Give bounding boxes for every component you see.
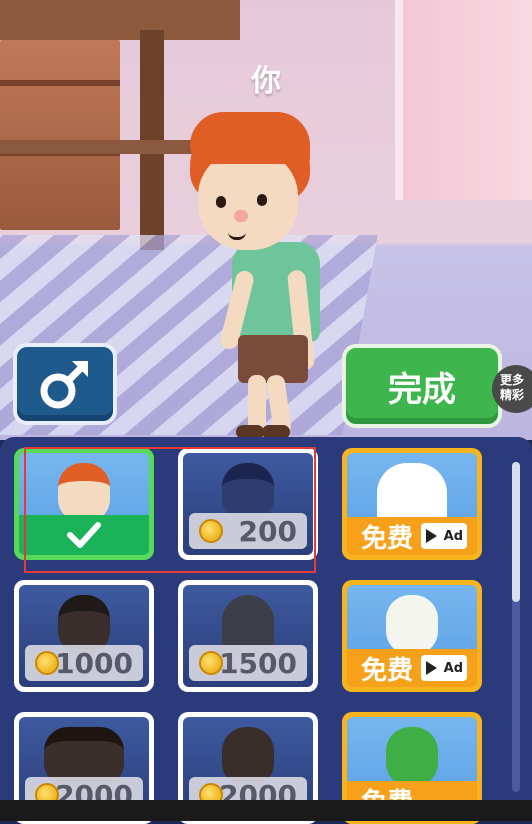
skin-card-skeleton[interactable]: 免费 Ad	[342, 580, 482, 692]
skin-card-goose[interactable]: 免费 Ad	[342, 448, 482, 560]
price-value: 200	[238, 514, 297, 548]
check-icon	[67, 522, 101, 548]
boy-portrait	[58, 463, 110, 523]
alien-portrait	[386, 727, 438, 787]
gender-toggle-button[interactable]	[13, 343, 117, 425]
skeleton-portrait	[386, 595, 438, 655]
skin-card-boy[interactable]	[14, 448, 154, 560]
player-name-tag: 你	[251, 64, 281, 99]
coin-icon	[199, 651, 223, 675]
done-button[interactable]: 完成	[342, 344, 502, 428]
more-games-button[interactable]: 更多 精彩	[492, 365, 532, 413]
price-bar: 1500	[189, 645, 307, 681]
goose-portrait	[377, 463, 447, 523]
video-ad-icon: Ad	[421, 655, 468, 681]
coin-icon	[199, 519, 223, 543]
free-ad-bar: 免费 Ad	[347, 517, 477, 555]
door	[400, 0, 532, 200]
price-value: 1500	[219, 646, 297, 680]
male-symbol-icon	[40, 361, 88, 409]
system-nav-bar	[0, 800, 532, 821]
free-ad-bar: 免费 Ad	[347, 649, 477, 687]
chair-seat	[0, 0, 240, 40]
owned-check-bar	[19, 515, 149, 555]
door-trim	[395, 0, 403, 200]
price-value: 1000	[55, 646, 133, 680]
character-face	[198, 150, 298, 250]
price-bar: 200	[189, 513, 307, 549]
price-bar: 1000	[25, 645, 143, 681]
skin-card-police[interactable]: 200	[178, 448, 318, 560]
wooden-shelf	[0, 40, 120, 230]
video-ad-icon: Ad	[421, 523, 468, 549]
skin-card-knight[interactable]: 1500	[178, 580, 318, 692]
scrollbar-thumb[interactable]	[512, 462, 520, 602]
skin-card-pirate[interactable]: 1000	[14, 580, 154, 692]
chair-rail	[0, 140, 200, 154]
coin-icon	[35, 651, 59, 675]
